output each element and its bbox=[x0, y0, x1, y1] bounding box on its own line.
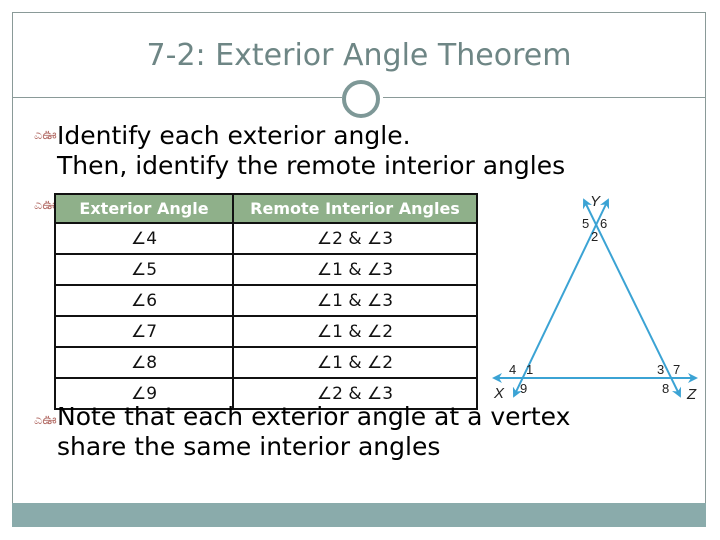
exterior-angle-cell: ∠4 bbox=[54, 222, 234, 255]
line-zy bbox=[583, 198, 681, 398]
title-divider-left bbox=[12, 97, 342, 98]
angle-label-9: 9 bbox=[520, 381, 527, 396]
table-row: ∠5 ∠1 & ∠3 bbox=[54, 253, 478, 286]
vertex-label-z: Z bbox=[686, 386, 697, 402]
slide-title: 7-2: Exterior Angle Theorem bbox=[146, 38, 572, 73]
header-remote-interior-angles: Remote Interior Angles bbox=[232, 193, 478, 224]
angles-table: Exterior Angle Remote Interior Angles ∠4… bbox=[54, 193, 478, 410]
angle-label-8: 8 bbox=[662, 381, 669, 396]
table-row: ∠4 ∠2 & ∠3 bbox=[54, 222, 478, 255]
angle-label-5: 5 bbox=[582, 216, 589, 231]
vertex-label-x: X bbox=[493, 385, 505, 402]
table-row: ∠6 ∠1 & ∠3 bbox=[54, 284, 478, 317]
remote-angles-cell: ∠1 & ∠3 bbox=[232, 284, 478, 317]
angle-label-1: 1 bbox=[526, 362, 533, 377]
remote-angles-cell: ∠1 & ∠2 bbox=[232, 346, 478, 379]
table-row: ∠8 ∠1 & ∠2 bbox=[54, 346, 478, 379]
angle-label-4: 4 bbox=[509, 362, 516, 377]
angle-label-6: 6 bbox=[600, 216, 607, 231]
angle-label-7: 7 bbox=[673, 362, 680, 377]
exterior-angle-cell: ∠7 bbox=[54, 315, 234, 348]
exterior-angle-cell: ∠5 bbox=[54, 253, 234, 286]
bullet-1-line-2: Then, identify the remote interior angle… bbox=[57, 151, 566, 180]
bullet-2-line-2: share the same interior angles bbox=[57, 432, 441, 461]
remote-angles-cell: ∠1 & ∠3 bbox=[232, 253, 478, 286]
bullet-2-line-1: Note that each exterior angle at a verte… bbox=[57, 402, 571, 431]
vertex-label-y: Y bbox=[590, 193, 601, 210]
triangle-diagram: Y 5 6 2 4 1 9 X 3 7 8 Z bbox=[492, 193, 698, 402]
divider-circle-ornament bbox=[342, 80, 380, 118]
footer-bar bbox=[12, 503, 706, 527]
table-row: ∠7 ∠1 & ∠2 bbox=[54, 315, 478, 348]
remote-angles-cell: ∠2 & ∠3 bbox=[232, 222, 478, 255]
table-header-row: Exterior Angle Remote Interior Angles bbox=[54, 193, 478, 224]
bullet-icon: ಎఊ bbox=[34, 128, 57, 143]
remote-angles-cell: ∠1 & ∠2 bbox=[232, 315, 478, 348]
angle-label-3: 3 bbox=[657, 362, 664, 377]
bullet-1-line-1: Identify each exterior angle. bbox=[57, 121, 411, 150]
exterior-angle-cell: ∠8 bbox=[54, 346, 234, 379]
exterior-angle-cell: ∠6 bbox=[54, 284, 234, 317]
title-divider-right bbox=[383, 97, 706, 98]
bullet-icon: ಎఊ bbox=[34, 413, 57, 428]
header-exterior-angle: Exterior Angle bbox=[54, 193, 234, 224]
angle-label-2: 2 bbox=[591, 229, 598, 244]
